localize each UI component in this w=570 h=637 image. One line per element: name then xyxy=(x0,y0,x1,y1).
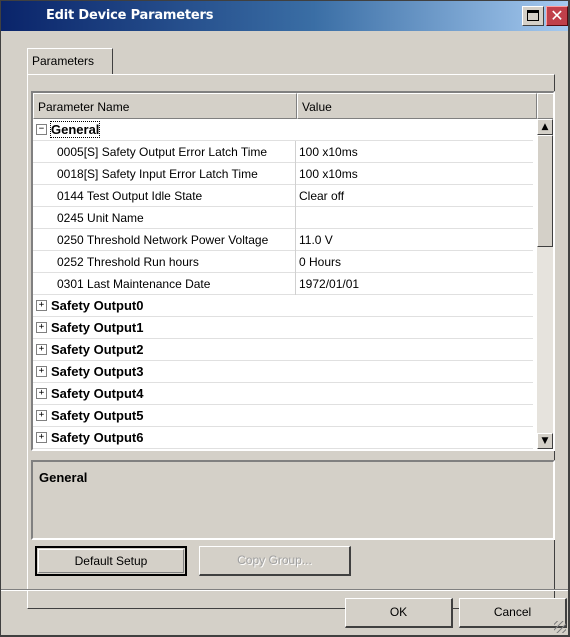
parameter-value[interactable]: Clear off xyxy=(299,189,529,203)
group-row-safety-output1[interactable]: + Safety Output1 xyxy=(33,317,533,339)
edit-device-parameters-dialog: Edit Device Parameters ✕ Parameters Para… xyxy=(0,0,570,637)
tab-label: Parameters xyxy=(32,54,95,68)
column-divider xyxy=(295,163,296,185)
list-rows: − General 0005[S] Safety Output Error La… xyxy=(33,119,533,449)
column-divider xyxy=(295,141,296,163)
parameter-name: 0144 Test Output Idle State xyxy=(57,189,203,203)
group-row-safety-output3[interactable]: + Safety Output3 xyxy=(33,361,533,383)
parameter-name: 0018[S] Safety Input Error Latch Time xyxy=(57,167,258,181)
parameter-name: 0245 Unit Name xyxy=(57,211,144,225)
button-label: Copy Group... xyxy=(237,553,312,567)
expand-icon[interactable]: + xyxy=(36,344,47,355)
expand-icon[interactable]: + xyxy=(36,388,47,399)
group-label: General xyxy=(49,121,101,138)
group-row-safety-output2[interactable]: + Safety Output2 xyxy=(33,339,533,361)
description-title: General xyxy=(39,470,88,485)
button-label: OK xyxy=(389,605,408,619)
list-header: Parameter Name Value xyxy=(33,93,553,119)
parameter-value[interactable]: 0 Hours xyxy=(299,255,529,269)
tab-parameters[interactable]: Parameters xyxy=(27,48,113,74)
group-row-general[interactable]: − General xyxy=(33,119,533,141)
parameter-value[interactable]: 100 x10ms xyxy=(299,167,529,181)
column-divider xyxy=(295,207,296,229)
table-row[interactable]: 0144 Test Output Idle State Clear off xyxy=(33,185,533,207)
table-row[interactable]: 0252 Threshold Run hours 0 Hours xyxy=(33,251,533,273)
button-label: Default Setup xyxy=(74,554,148,568)
group-row-safety-output0[interactable]: + Safety Output0 xyxy=(33,295,533,317)
table-row[interactable]: 0005[S] Safety Output Error Latch Time 1… xyxy=(33,141,533,163)
parameter-value[interactable]: 11.0 V xyxy=(299,233,529,247)
collapse-icon[interactable]: − xyxy=(36,124,47,135)
group-label: Safety Output5 xyxy=(51,408,144,423)
expand-icon[interactable]: + xyxy=(36,366,47,377)
group-label: Safety Output1 xyxy=(51,320,144,335)
table-row[interactable]: 0245 Unit Name xyxy=(33,207,533,229)
parameter-name: 0250 Threshold Network Power Voltage xyxy=(57,233,269,247)
column-header-filler xyxy=(537,93,553,119)
group-row-safety-output4[interactable]: + Safety Output4 xyxy=(33,383,533,405)
scroll-thumb[interactable] xyxy=(537,135,553,247)
group-row-safety-output6[interactable]: + Safety Output6 xyxy=(33,427,533,449)
vertical-scrollbar[interactable]: ▲ ▼ xyxy=(537,119,553,449)
column-divider xyxy=(295,185,296,207)
expand-icon[interactable]: + xyxy=(36,322,47,333)
column-divider xyxy=(295,273,296,295)
button-label: Cancel xyxy=(493,605,532,619)
expand-icon[interactable]: + xyxy=(36,410,47,421)
group-label: Safety Output0 xyxy=(51,298,144,313)
group-row-safety-output5[interactable]: + Safety Output5 xyxy=(33,405,533,427)
expand-icon[interactable]: + xyxy=(36,432,47,443)
window-title: Edit Device Parameters xyxy=(46,8,214,23)
close-icon: ✕ xyxy=(550,6,564,25)
group-label: Safety Output2 xyxy=(51,342,144,357)
maximize-icon xyxy=(527,10,539,21)
group-label: Safety Output6 xyxy=(51,430,144,445)
parameter-name: 0005[S] Safety Output Error Latch Time xyxy=(57,145,268,159)
copy-group-button: Copy Group... xyxy=(199,546,351,576)
parameter-value[interactable]: 100 x10ms xyxy=(299,145,529,159)
table-row[interactable]: 0250 Threshold Network Power Voltage 11.… xyxy=(33,229,533,251)
scroll-down-arrow-icon[interactable]: ▼ xyxy=(537,433,553,449)
table-row[interactable]: 0018[S] Safety Input Error Latch Time 10… xyxy=(33,163,533,185)
column-divider xyxy=(295,251,296,273)
description-panel: General xyxy=(31,460,555,540)
title-bar[interactable]: Edit Device Parameters ✕ xyxy=(1,1,568,31)
table-row[interactable]: 0301 Last Maintenance Date 1972/01/01 xyxy=(33,273,533,295)
group-label: Safety Output3 xyxy=(51,364,144,379)
parameter-name: 0252 Threshold Run hours xyxy=(57,255,199,269)
parameter-value[interactable]: 1972/01/01 xyxy=(299,277,529,291)
ok-button[interactable]: OK xyxy=(345,598,453,628)
parameter-name: 0301 Last Maintenance Date xyxy=(57,277,211,291)
cancel-button[interactable]: Cancel xyxy=(459,598,567,628)
column-divider xyxy=(295,229,296,251)
maximize-button[interactable] xyxy=(522,6,544,26)
resize-grip-icon[interactable] xyxy=(554,621,566,633)
parameter-list[interactable]: Parameter Name Value − General 0005[S] S… xyxy=(31,91,555,451)
column-header-value[interactable]: Value xyxy=(297,93,537,119)
scroll-up-arrow-icon[interactable]: ▲ xyxy=(537,119,553,135)
group-label: Safety Output4 xyxy=(51,386,144,401)
divider xyxy=(1,589,568,591)
close-button[interactable]: ✕ xyxy=(546,6,568,26)
expand-icon[interactable]: + xyxy=(36,300,47,311)
column-header-parameter-name[interactable]: Parameter Name xyxy=(33,93,297,119)
default-setup-button[interactable]: Default Setup xyxy=(35,546,187,576)
